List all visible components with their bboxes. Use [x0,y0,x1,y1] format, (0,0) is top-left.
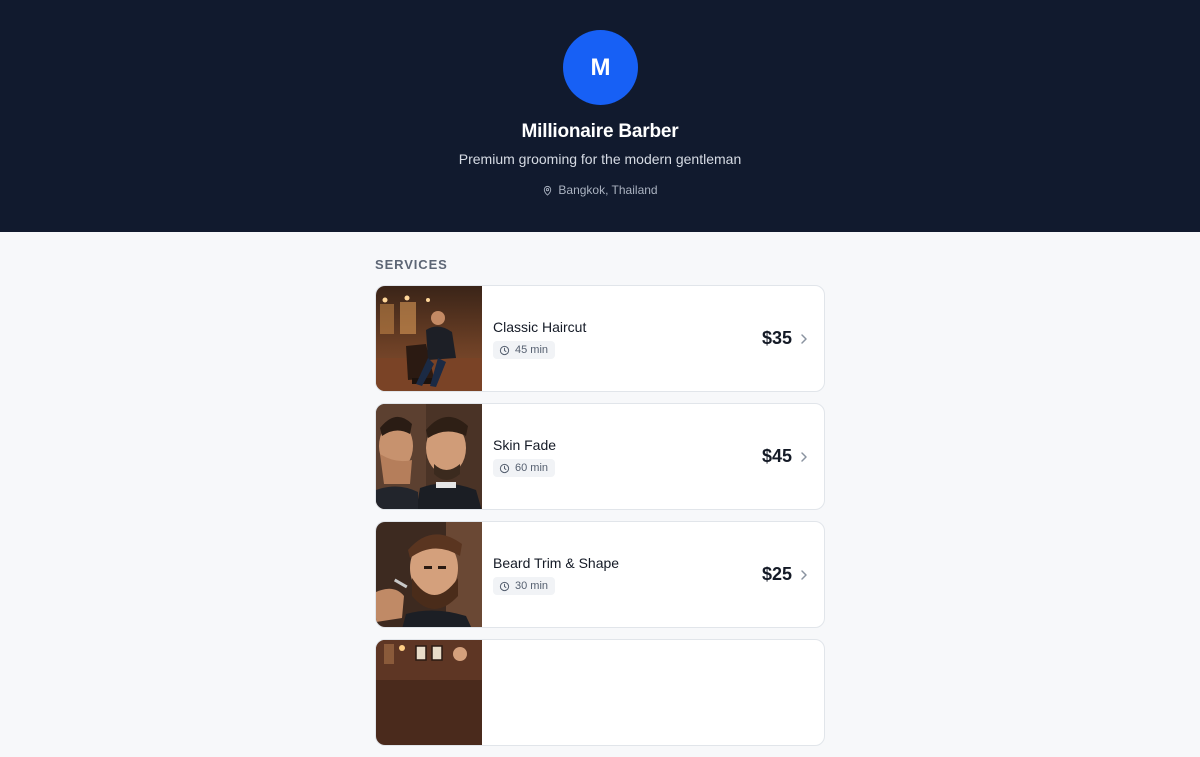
beard-trim-photo [376,522,482,627]
clock-icon [499,581,510,591]
service-name: Beard Trim & Shape [493,555,620,571]
service-image [376,286,482,391]
service-card-classic-haircut[interactable]: Classic Haircut 45 min $35 [375,285,825,392]
service-image [376,640,482,745]
service-card-partial[interactable] [375,639,825,746]
service-image [376,404,482,509]
barbershop-interior-photo [376,640,482,745]
service-duration: 45 min [515,344,549,356]
clock-icon [499,463,510,473]
services-list: Classic Haircut 45 min $35 Skin Fade 60 … [375,285,825,757]
service-card-skin-fade[interactable]: Skin Fade 60 min $45 [375,403,825,510]
skin-fade-photo [376,404,482,509]
chevron-right-icon [801,334,807,344]
business-name: Millionaire Barber [521,121,679,142]
chevron-right-icon [801,570,807,580]
location-text: Bangkok, Thailand [558,183,658,197]
service-duration-badge: 60 min [493,459,556,477]
business-tagline: Premium grooming for the modern gentlema… [458,151,742,167]
services-heading: SERVICES [375,257,448,272]
service-duration: 30 min [515,580,549,592]
service-price: $35 [761,328,792,348]
service-image [376,522,482,627]
avatar: M [563,30,638,105]
service-duration-badge: 30 min [493,577,556,595]
service-price: $45 [761,446,792,466]
barbershop-chair-photo [376,286,482,391]
service-name: Skin Fade [493,437,557,453]
service-duration: 60 min [515,462,549,474]
service-card-beard-trim[interactable]: Beard Trim & Shape 30 min $25 [375,521,825,628]
profile-header: M Millionaire Barber Premium grooming fo… [0,0,1200,232]
avatar-initial: M [590,53,611,81]
chevron-right-icon [801,452,807,462]
business-location: Bangkok, Thailand [0,183,1200,197]
service-duration-badge: 45 min [493,341,556,359]
clock-icon [499,345,510,355]
service-name: Classic Haircut [493,319,587,335]
map-pin-icon [544,185,552,196]
service-price: $25 [761,564,792,584]
